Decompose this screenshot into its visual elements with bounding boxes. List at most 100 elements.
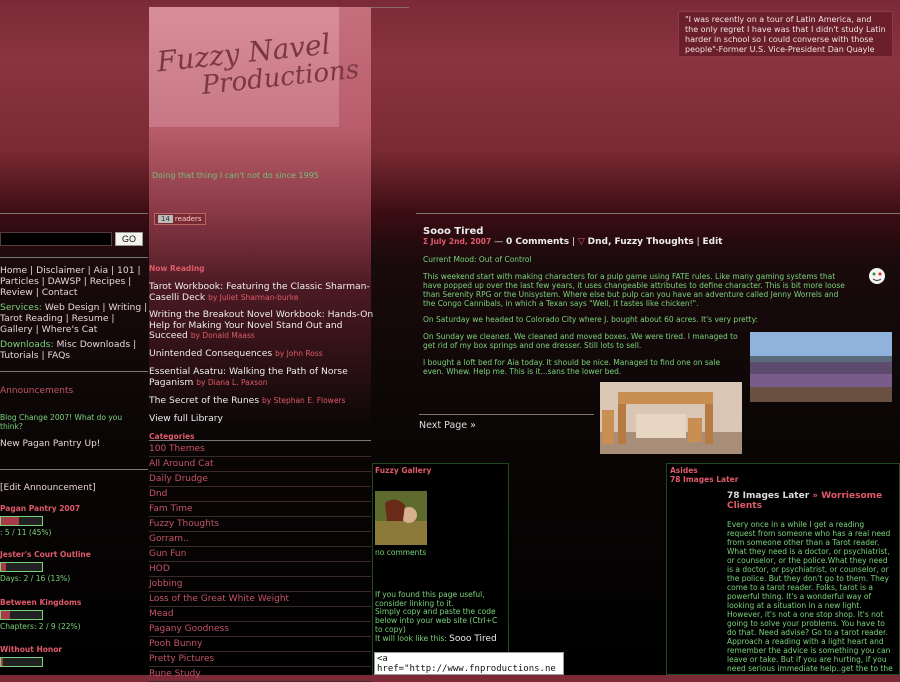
divider	[149, 440, 371, 441]
announcements-title: Announcements	[0, 386, 74, 396]
nav-disclaimer[interactable]: Disclaimer	[36, 265, 85, 276]
header-divider	[371, 7, 409, 8]
post-title[interactable]: Sooo Tired	[423, 226, 483, 237]
announcement-pagan-pantry[interactable]: New Pagan Pantry Up!	[0, 439, 100, 449]
category-link[interactable]: 100 Themes	[149, 442, 371, 457]
link-preview-label: It will look like this:	[375, 634, 447, 643]
progress-item: Jester's Court Outline Days: 2 / 16 (13%…	[0, 550, 91, 583]
book-title: Unintended Consequences	[149, 348, 273, 359]
nav-101[interactable]: 101	[117, 265, 135, 276]
link-code-textarea[interactable]: <a href="http://www.fnproductions.ne	[374, 652, 564, 675]
category-link[interactable]: Pagany Goodness	[149, 622, 371, 637]
category-link[interactable]: All Around Cat	[149, 457, 371, 472]
category-link[interactable]: Fuzzy Thoughts	[149, 517, 371, 532]
book-item[interactable]: Writing the Breakout Novel Workbook: Han…	[149, 309, 374, 342]
nav-faqs[interactable]: FAQs	[48, 350, 71, 361]
nav-contact[interactable]: Contact	[42, 287, 78, 298]
search-go-button[interactable]: GO	[115, 232, 143, 246]
announcement-blog-change[interactable]: Blog Change 2007! What do you think?	[0, 413, 140, 431]
book-item[interactable]: Essential Asatru: Walking the Path of No…	[149, 366, 374, 388]
gallery-title[interactable]: Fuzzy Gallery	[375, 466, 431, 475]
category-link[interactable]: Loss of the Great White Weight	[149, 592, 371, 607]
nav-wheres-cat[interactable]: Where's Cat	[42, 324, 98, 335]
link-preview-link[interactable]: Sooo Tired	[449, 634, 497, 644]
category-link[interactable]: Gorram..	[149, 532, 371, 547]
asides-subtitle[interactable]: 78 Images Later	[670, 475, 738, 484]
book-item[interactable]: The Secret of the Runes by Stephan E. Fl…	[149, 395, 374, 407]
category-link[interactable]: HOD	[149, 562, 371, 577]
search-input[interactable]	[0, 232, 112, 246]
post-mood: Current Mood: Out of Control	[423, 255, 532, 264]
category-icon: ▽	[577, 237, 585, 247]
post-paragraph: I bought a loft bed for Aia today. It sh…	[423, 358, 721, 376]
book-title: Writing the Breakout Novel Workbook: Han…	[149, 309, 374, 341]
category-link[interactable]: Daily Drudge	[149, 472, 371, 487]
field-photo-image	[750, 332, 892, 402]
post-comments-link[interactable]: 0 Comments	[506, 237, 569, 247]
post-categories-link[interactable]: Dnd, Fuzzy Thoughts	[588, 237, 694, 247]
nav-resume[interactable]: Resume	[72, 313, 109, 324]
progress-bar	[0, 562, 43, 572]
post-edit-link[interactable]: Edit	[703, 237, 723, 247]
nav-tutorials[interactable]: Tutorials	[0, 350, 39, 361]
category-link[interactable]: Pretty Pictures	[149, 652, 371, 667]
post-date-text: July 2nd, 2007	[430, 237, 492, 246]
post-paragraph: This weekend start with making character…	[423, 272, 845, 308]
nav-aia[interactable]: Aia	[94, 265, 108, 276]
book-author: by John Ross	[275, 349, 323, 358]
category-link[interactable]: Mead	[149, 607, 371, 622]
book-author: by Stephan E. Flowers	[262, 396, 346, 405]
loft-bed-photo[interactable]	[600, 382, 742, 454]
readers-counter[interactable]: 14 readers	[154, 213, 206, 225]
main-nav: Home | Disclaimer | Aia | 101 | Particle…	[0, 265, 148, 361]
gallery-thumbnail[interactable]	[375, 491, 427, 545]
aside-headline-a: 78 Images Later	[727, 491, 810, 501]
book-item[interactable]: Tarot Workbook: Featuring the Classic Sh…	[149, 281, 374, 303]
progress-fill	[1, 563, 7, 571]
aside-headline[interactable]: 78 Images Later » Worriesome Clients	[727, 491, 887, 511]
readers-label: readers	[174, 215, 202, 223]
book-item[interactable]: Unintended Consequences by John Ross	[149, 348, 374, 360]
field-photo[interactable]	[750, 332, 892, 402]
nav-particles[interactable]: Particles	[0, 276, 39, 287]
category-link[interactable]: Gun Fun	[149, 547, 371, 562]
mood-icon-svg	[869, 268, 885, 284]
book-author: by Diana L. Paxson	[196, 377, 268, 387]
link-instructions: Simply copy and paste the code below int…	[375, 607, 498, 634]
divider	[0, 257, 148, 258]
services-label: Services:	[0, 302, 42, 313]
view-library-link[interactable]: View full Library	[149, 413, 374, 425]
next-page-link[interactable]: Next Page »	[419, 420, 476, 431]
nav-dawsp[interactable]: DAWSP	[48, 276, 81, 287]
progress-bar	[0, 516, 43, 526]
progress-fill	[1, 658, 4, 666]
progress-title: Between Kingdoms	[0, 598, 82, 607]
divider	[0, 371, 148, 372]
now-reading-heading: Now Reading	[149, 264, 205, 273]
progress-fill	[1, 517, 20, 525]
nav-tarot-reading[interactable]: Tarot Reading	[0, 313, 63, 324]
category-link[interactable]: Pooh Bunny	[149, 637, 371, 652]
nav-misc-downloads[interactable]: Misc Downloads	[56, 339, 130, 350]
nav-recipes[interactable]: Recipes	[90, 276, 126, 287]
category-link[interactable]: Dnd	[149, 487, 371, 502]
downloads-label: Downloads:	[0, 339, 54, 350]
post-meta: Σ July 2nd, 2007 — 0 Comments | ▽ Dnd, F…	[423, 237, 723, 247]
category-link[interactable]: Fam Time	[149, 502, 371, 517]
nav-review[interactable]: Review	[0, 287, 33, 298]
divider	[0, 213, 148, 214]
progress-fill	[1, 611, 11, 619]
nav-home[interactable]: Home	[0, 265, 27, 276]
nav-writing[interactable]: Writing	[108, 302, 141, 313]
progress-item: Pagan Pantry 2007 : 5 / 11 (45%)	[0, 504, 80, 537]
progress-item: Between Kingdoms Chapters: 2 / 9 (22%)	[0, 598, 81, 631]
quote-box: "I was recently on a tour of Latin Ameri…	[678, 11, 893, 57]
category-link[interactable]: Jobbing	[149, 577, 371, 592]
aside-body: Every once in a while I get a reading re…	[727, 520, 893, 673]
edit-announcement-link[interactable]: [Edit Announcement]	[0, 483, 96, 493]
link-preview-row: It will look like this: Sooo Tired	[375, 634, 497, 644]
gallery-thumbnail-image	[375, 491, 427, 545]
nav-gallery[interactable]: Gallery	[0, 324, 33, 335]
progress-title: Pagan Pantry 2007	[0, 504, 81, 513]
nav-web-design[interactable]: Web Design	[45, 302, 100, 313]
